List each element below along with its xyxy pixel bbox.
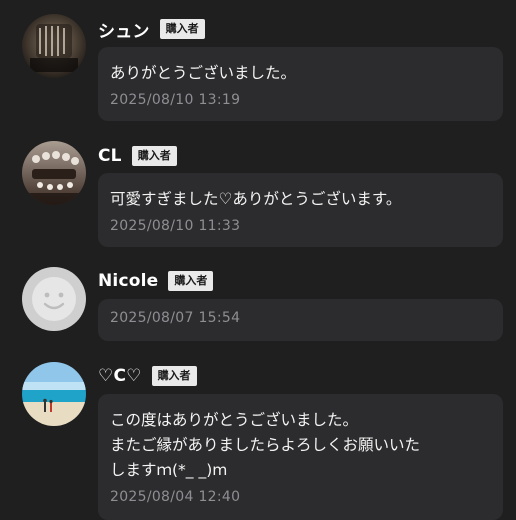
- user-name-row: Nicole 購入者: [98, 269, 214, 293]
- user-avatar[interactable]: [22, 141, 86, 205]
- review-bubble: 2025/08/07 15:54: [98, 299, 503, 341]
- review-message: 可愛すぎました♡ありがとうございます。: [110, 190, 402, 208]
- review-timestamp: 2025/08/10 11:33: [110, 218, 241, 234]
- user-name-row: シュン 購入者: [98, 17, 205, 42]
- review-message: ありがとうございました。: [110, 64, 297, 82]
- user-avatar[interactable]: [22, 362, 86, 426]
- review-bubble: ありがとうございました。 2025/08/10 13:19: [98, 47, 503, 121]
- review-timestamp: 2025/08/10 13:19: [110, 92, 241, 108]
- photo-icon: [22, 141, 86, 205]
- review-timestamp: 2025/08/07 15:54: [110, 310, 241, 326]
- buyer-badge: 購入者: [168, 271, 214, 291]
- user-name[interactable]: ♡C♡: [98, 366, 142, 386]
- user-name-row: ♡C♡ 購入者: [98, 364, 197, 388]
- default-avatar-icon: [22, 267, 86, 331]
- user-name[interactable]: シュン: [98, 17, 150, 42]
- buyer-badge: 購入者: [151, 366, 197, 386]
- review-timestamp: 2025/08/04 12:40: [110, 489, 241, 505]
- review-bubble: この度はありがとうございました。 またご縁がありましたらよろしくお願いいた しま…: [98, 394, 503, 520]
- user-avatar[interactable]: [22, 14, 86, 78]
- buyer-badge: 購入者: [131, 146, 177, 166]
- user-name-row: CL 購入者: [98, 144, 177, 168]
- review-bubble: 可愛すぎました♡ありがとうございます。 2025/08/10 11:33: [98, 173, 503, 247]
- user-avatar[interactable]: [22, 267, 86, 331]
- user-name[interactable]: Nicole: [98, 271, 158, 291]
- beach-photo-icon: [22, 362, 86, 426]
- photo-icon: [22, 14, 86, 78]
- user-name[interactable]: CL: [98, 146, 122, 166]
- review-message: この度はありがとうございました。 またご縁がありましたらよろしくお願いいた しま…: [110, 411, 421, 479]
- buyer-badge: 購入者: [159, 19, 205, 39]
